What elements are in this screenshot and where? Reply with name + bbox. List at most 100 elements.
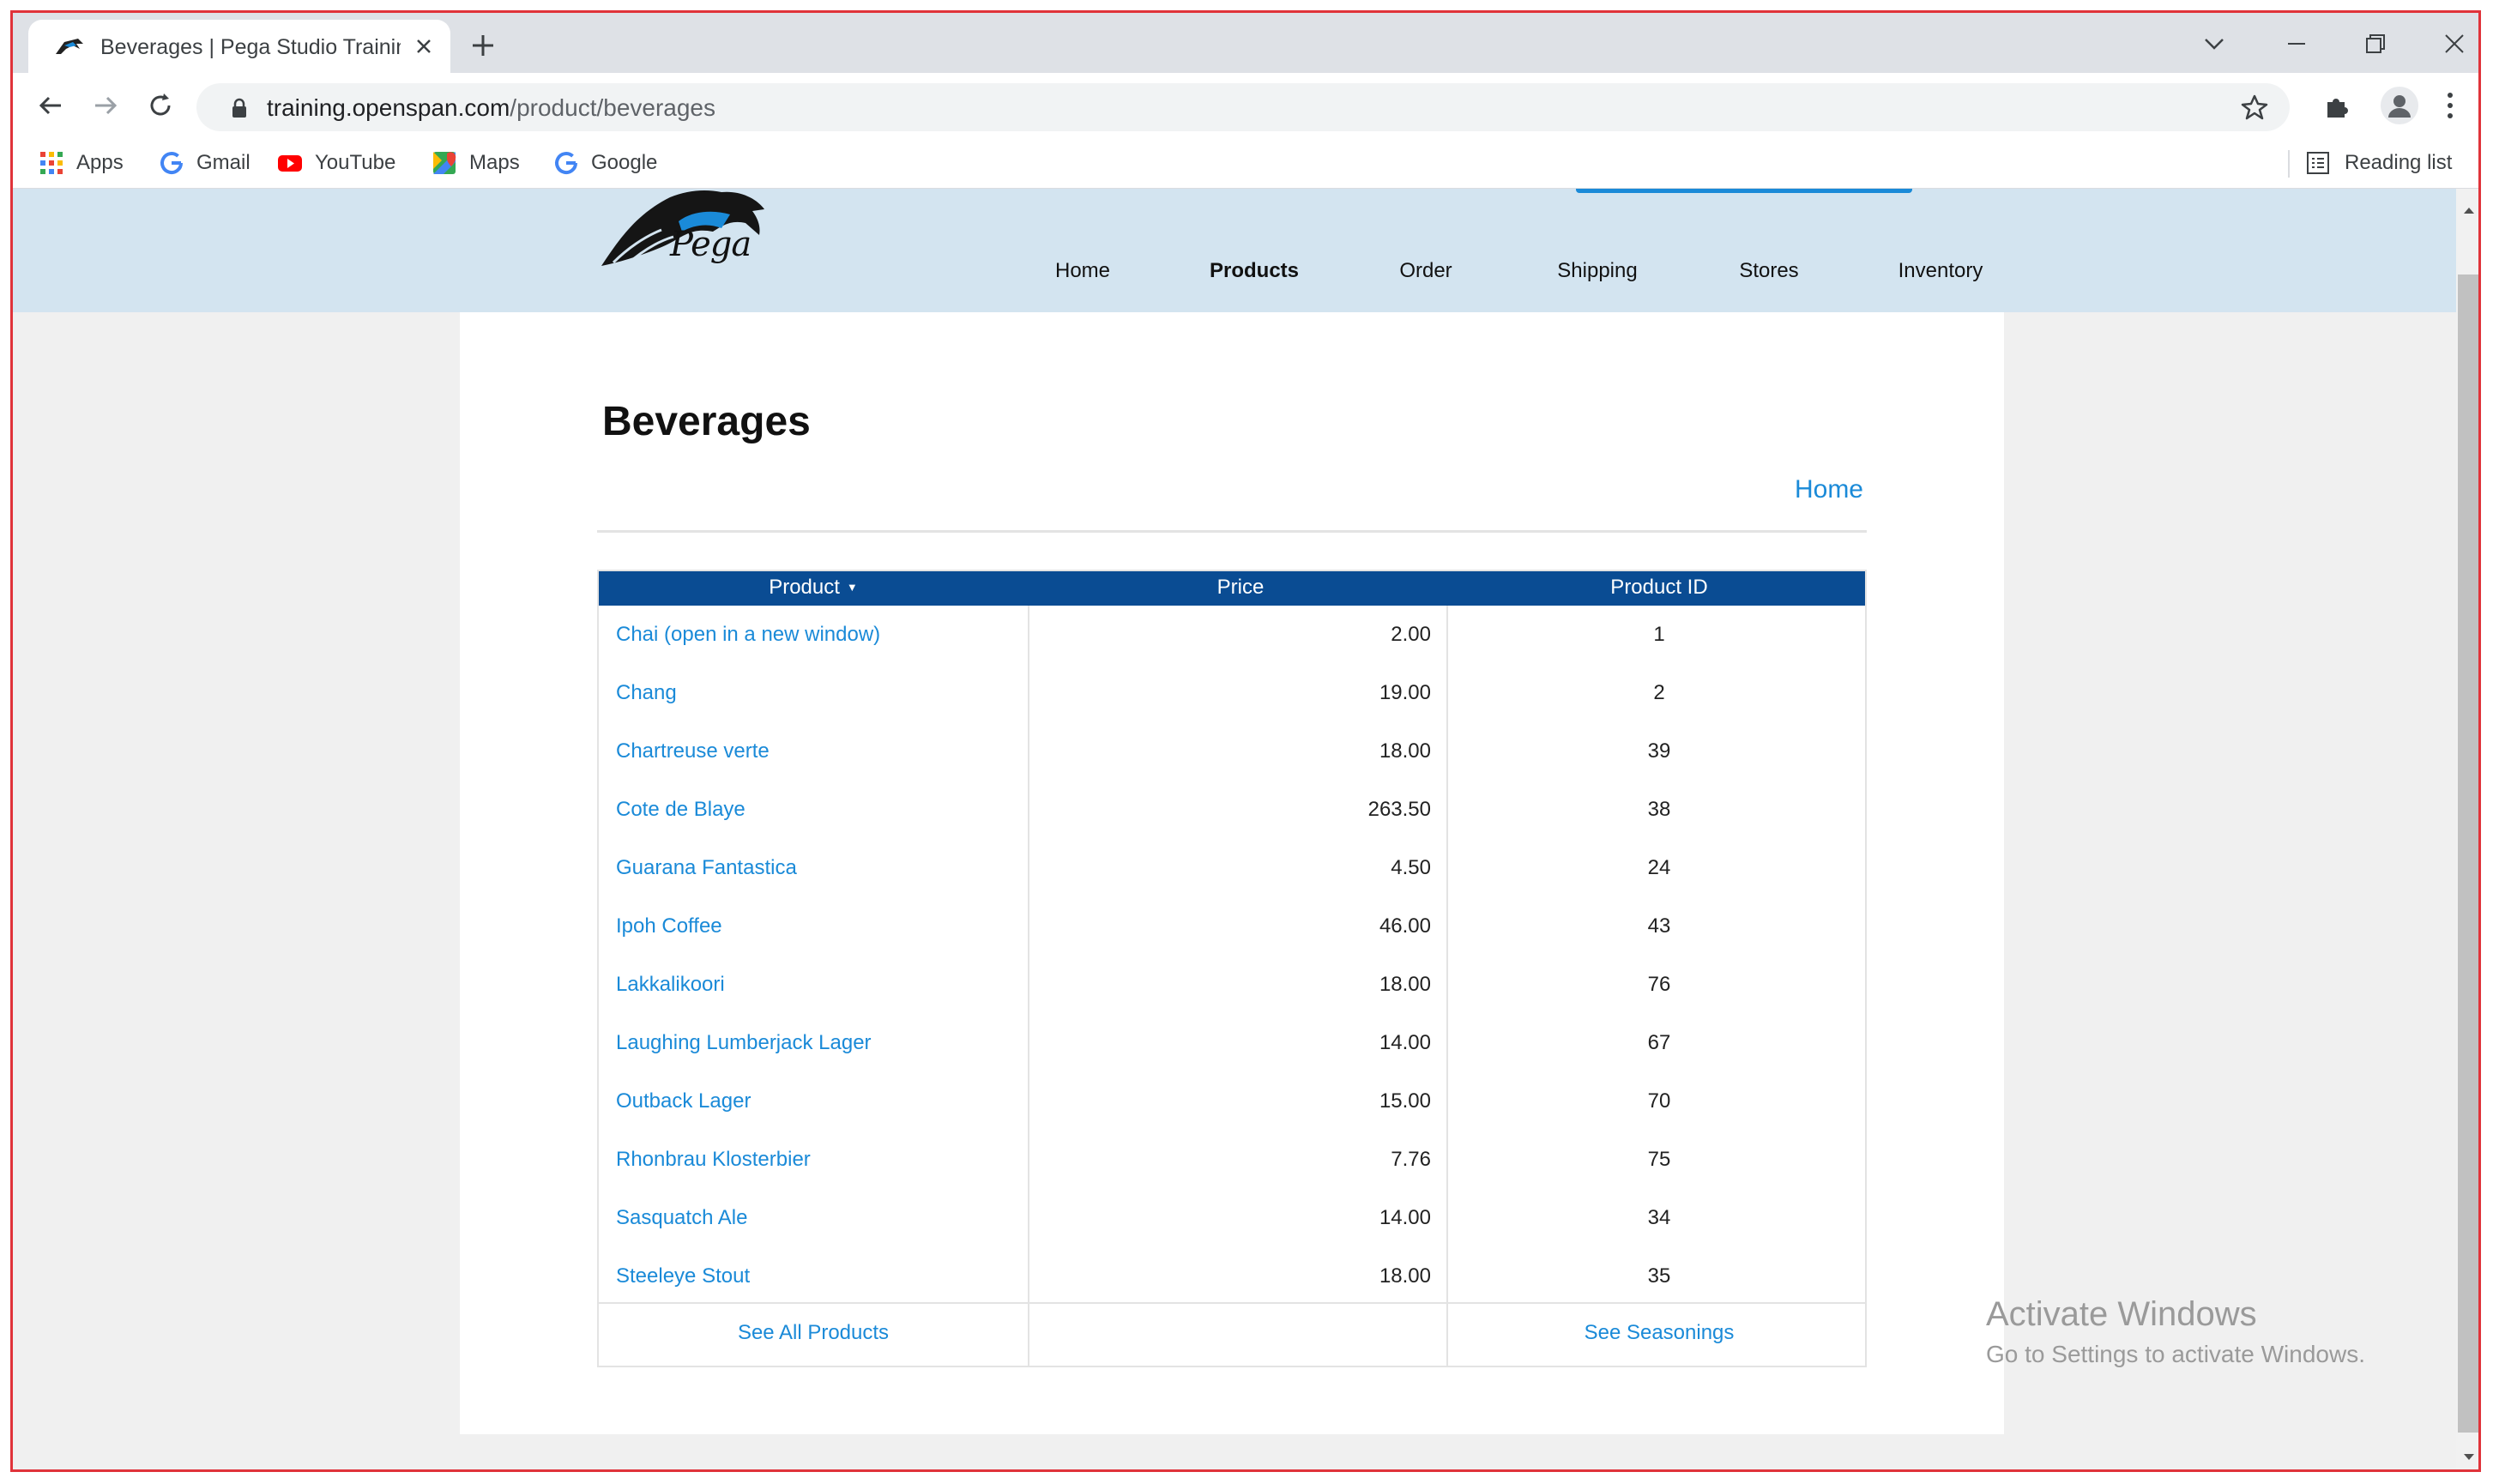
window-close-icon[interactable] [2439, 28, 2470, 59]
table-row: Guarana Fantastica 4.50 24 [599, 839, 1865, 897]
product-link[interactable]: Chai (open in a new window) [616, 623, 880, 647]
close-icon[interactable] [411, 33, 437, 59]
bookmark-label: Apps [76, 151, 124, 174]
new-tab-plus-icon[interactable] [468, 30, 498, 61]
reading-list-icon [2307, 152, 2329, 174]
nav-stores[interactable]: Stores [1739, 259, 1798, 283]
table-footer-divider [599, 1302, 1865, 1304]
header-product-id[interactable]: Product ID [1610, 576, 1707, 600]
product-id-cell: 1 [1653, 623, 1665, 646]
nav-inventory[interactable]: Inventory [1898, 259, 1983, 283]
page-title: Beverages [602, 399, 811, 444]
back-arrow-icon[interactable] [35, 90, 66, 121]
header-product[interactable]: Product ▼ [769, 576, 858, 600]
product-link[interactable]: Cote de Blaye [616, 798, 745, 822]
minimize-icon[interactable] [2281, 28, 2312, 59]
address-bar[interactable]: training.openspan.com/product/beverages [196, 83, 2290, 131]
scrollbar-thumb[interactable] [2458, 274, 2478, 1433]
table-row: Cote de Blaye 263.50 38 [599, 781, 1865, 839]
product-link[interactable]: Sasquatch Ale [616, 1206, 747, 1230]
bookmark-apps[interactable]: Apps [39, 148, 124, 178]
product-id-cell: 38 [1647, 798, 1671, 821]
price-cell: 263.50 [1367, 798, 1431, 821]
sort-down-icon: ▼ [846, 581, 858, 594]
bookmark-label: Gmail [196, 151, 251, 174]
table-header: Product ▼ Price Product ID [599, 571, 1865, 606]
price-cell: 18.00 [1379, 973, 1431, 996]
extensions-puzzle-icon[interactable] [2322, 92, 2351, 121]
bookmark-google[interactable]: Google [553, 148, 657, 178]
header-accent-bar [1576, 189, 1912, 193]
see-all-products-link[interactable]: See All Products [738, 1321, 889, 1345]
header-price[interactable]: Price [1217, 576, 1265, 600]
product-link[interactable]: Chang [616, 681, 677, 705]
google-g-icon [555, 152, 578, 175]
restore-icon[interactable] [2360, 28, 2391, 59]
price-cell: 18.00 [1379, 739, 1431, 763]
product-link[interactable]: Ipoh Coffee [616, 914, 722, 938]
product-link[interactable]: Steeleye Stout [616, 1264, 750, 1288]
product-id-cell: 43 [1647, 914, 1671, 938]
price-cell: 19.00 [1379, 681, 1431, 704]
watermark-subtitle: Go to Settings to activate Windows. [1986, 1341, 2365, 1367]
content-card: Beverages Home Product ▼ Price Product ID… [460, 312, 2004, 1434]
activate-windows-watermark: Activate Windows Go to Settings to activ… [1986, 1295, 2365, 1368]
bookmark-star-icon[interactable] [2240, 93, 2269, 122]
page-scrollbar[interactable] [2456, 189, 2478, 1469]
bookmark-gmail[interactable]: Gmail [159, 148, 251, 178]
product-link[interactable]: Outback Lager [616, 1089, 751, 1113]
google-g-icon [160, 152, 184, 175]
nav-home[interactable]: Home [1055, 259, 1110, 283]
product-link[interactable]: Laughing Lumberjack Lager [616, 1031, 872, 1055]
profile-avatar[interactable] [2381, 87, 2418, 124]
tab-beverages[interactable]: Beverages | Pega Studio Training [28, 20, 450, 73]
table-row: Rhonbrau Klosterbier 7.76 75 [599, 1131, 1865, 1189]
site-header: Pega Home Products Order Shipping Stores… [13, 189, 2456, 312]
table-row: Outback Lager 15.00 70 [599, 1072, 1865, 1131]
table-row: Chartreuse verte 18.00 39 [599, 722, 1865, 781]
home-link[interactable]: Home [1795, 475, 1863, 504]
bookmark-maps[interactable]: Maps [432, 148, 520, 178]
tab-search-chevron-icon[interactable] [2199, 28, 2230, 59]
reload-icon[interactable] [145, 90, 176, 121]
url-host: training.openspan.com [267, 94, 510, 121]
bookmarks-divider [2288, 150, 2290, 178]
browser-window: Beverages | Pega Studio Training trainin… [10, 10, 2481, 1472]
product-link[interactable]: Lakkalikoori [616, 973, 725, 997]
pega-logo-text: Pega [670, 225, 752, 264]
nav-shipping[interactable]: Shipping [1557, 259, 1637, 283]
tab-strip: Beverages | Pega Studio Training [13, 13, 2478, 73]
apps-grid-icon [40, 152, 63, 174]
product-id-cell: 70 [1647, 1089, 1671, 1113]
product-link[interactable]: Chartreuse verte [616, 739, 770, 763]
product-link[interactable]: Guarana Fantastica [616, 856, 797, 880]
table-row: Laughing Lumberjack Lager 14.00 67 [599, 1014, 1865, 1072]
scroll-up-arrow-icon[interactable] [2463, 206, 2475, 214]
pega-favicon-icon [56, 39, 83, 54]
menu-kebab-icon[interactable] [2444, 90, 2456, 121]
product-id-cell: 39 [1647, 739, 1671, 763]
product-id-cell: 34 [1647, 1206, 1671, 1229]
reading-list-button[interactable]: Reading list [2305, 148, 2452, 178]
price-cell: 15.00 [1379, 1089, 1431, 1113]
price-cell: 7.76 [1391, 1148, 1431, 1171]
products-table: Product ▼ Price Product ID Chai (open in … [597, 570, 1867, 1367]
table-row: Lakkalikoori 18.00 76 [599, 956, 1865, 1014]
url-path: /product/beverages [510, 94, 716, 121]
person-icon [2388, 95, 2411, 118]
bookmark-youtube[interactable]: YouTube [277, 148, 395, 178]
product-id-cell: 67 [1647, 1031, 1671, 1054]
maps-icon [433, 152, 456, 174]
nav-order[interactable]: Order [1399, 259, 1452, 283]
product-id-cell: 76 [1647, 973, 1671, 996]
title-divider [597, 530, 1867, 533]
forward-arrow-icon[interactable] [90, 90, 121, 121]
scroll-down-arrow-icon[interactable] [2463, 1453, 2475, 1462]
price-cell: 46.00 [1379, 914, 1431, 938]
watermark-title: Activate Windows [1986, 1295, 2257, 1333]
lock-icon[interactable] [231, 98, 248, 118]
see-seasonings-link[interactable]: See Seasonings [1585, 1321, 1735, 1345]
product-link[interactable]: Rhonbrau Klosterbier [616, 1148, 811, 1172]
nav-products[interactable]: Products [1210, 259, 1299, 283]
table-row: Sasquatch Ale 14.00 34 [599, 1189, 1865, 1247]
